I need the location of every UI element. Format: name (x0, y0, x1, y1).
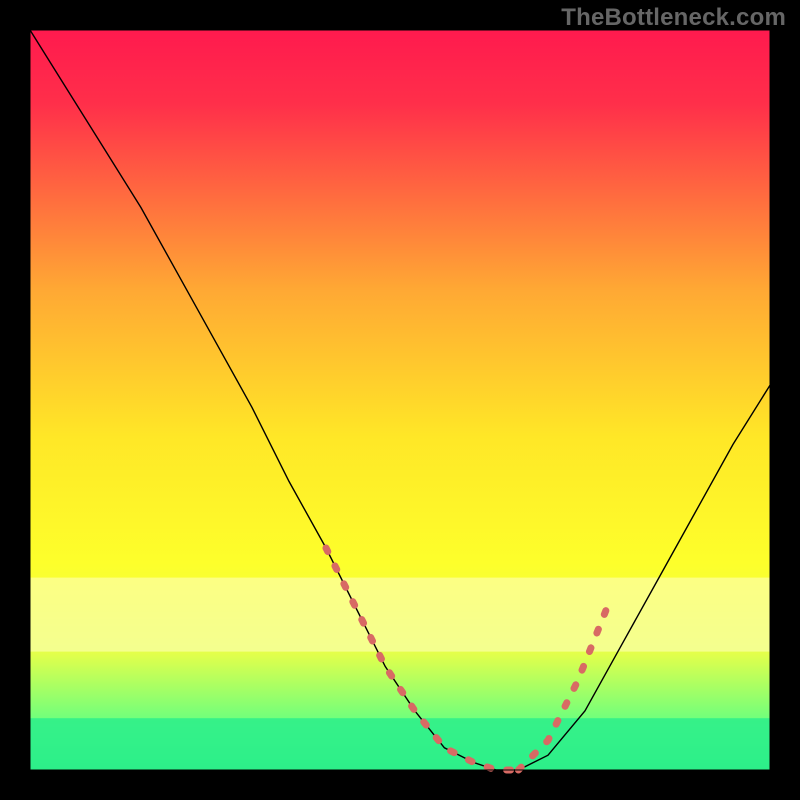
watermark-text: TheBottleneck.com (561, 4, 786, 32)
green-band (30, 718, 770, 770)
bottleneck-chart (0, 0, 800, 800)
chart-background (30, 30, 770, 770)
pale-yellow-band (30, 578, 770, 652)
